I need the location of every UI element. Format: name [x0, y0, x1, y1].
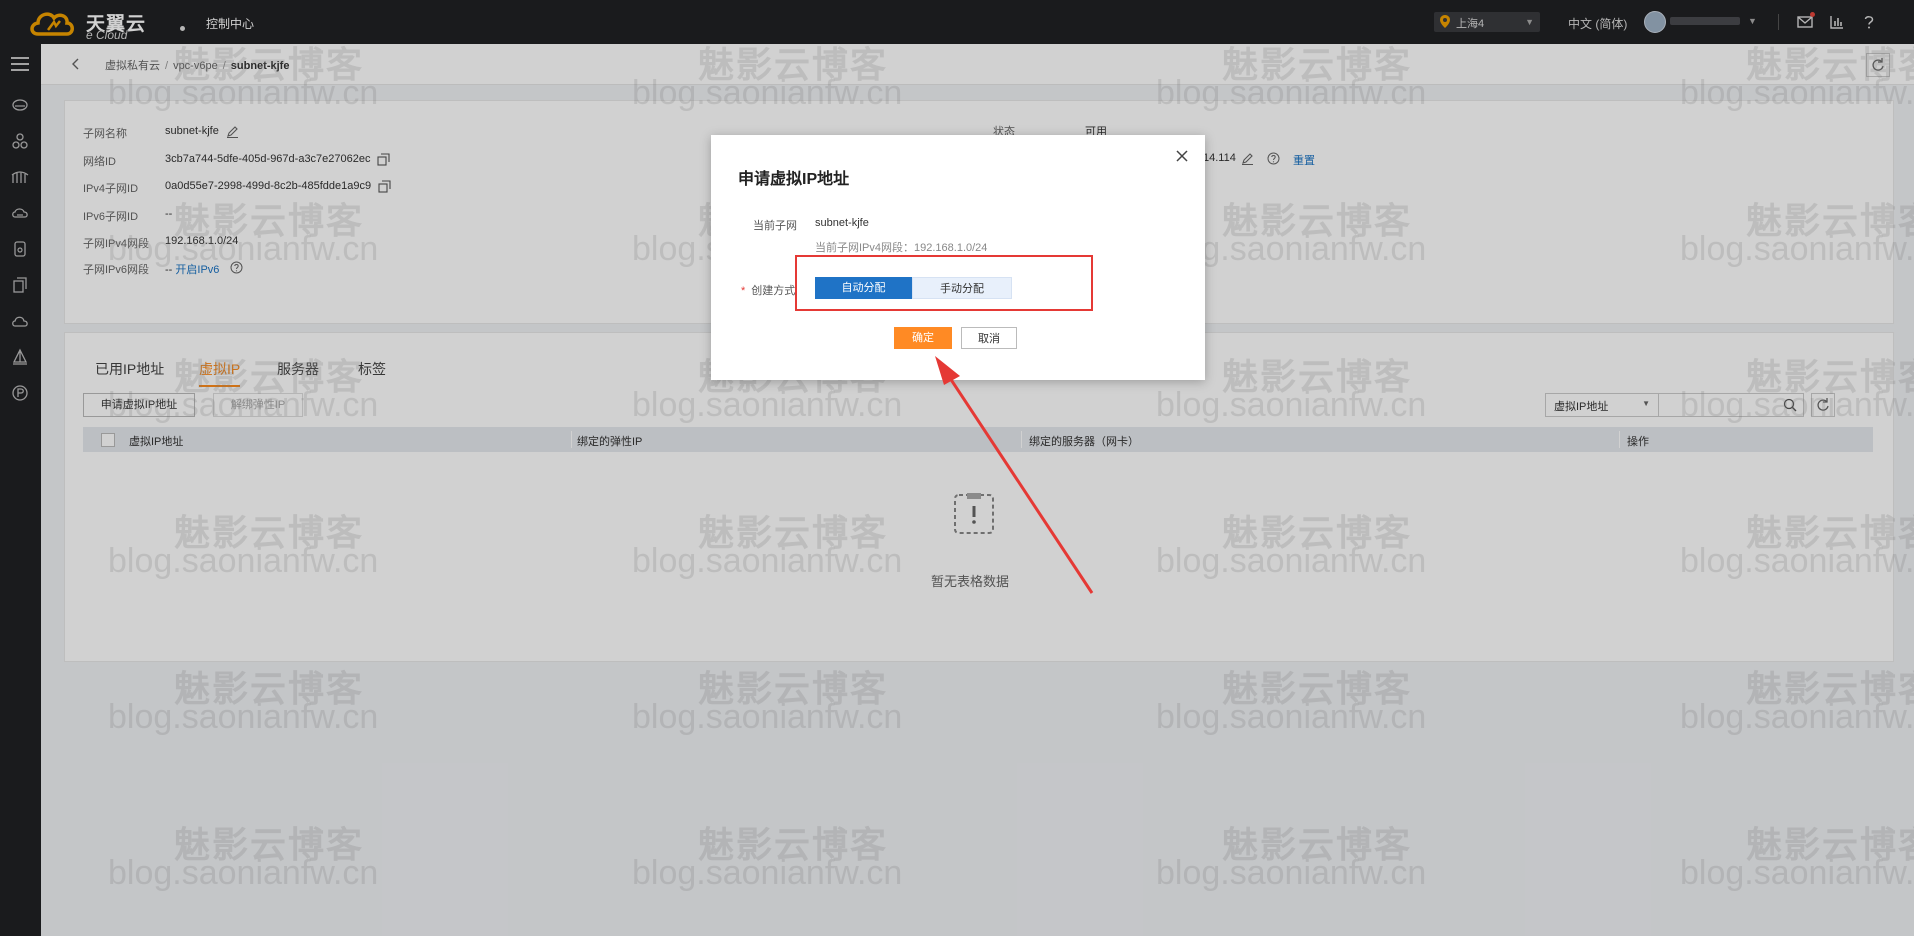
watermark: blog.saonianfw.cn — [632, 74, 903, 112]
cancel-button[interactable]: 取消 — [961, 327, 1017, 349]
subnet-range-text: 当前子网IPv4网段：192.168.1.0/24 — [815, 242, 988, 254]
watermark: blog.saonianfw.cn — [1156, 854, 1427, 892]
watermark: blog.saonianfw.cn — [1680, 386, 1914, 424]
watermark: blog.saonianfw.cn — [1156, 386, 1427, 424]
watermark: 魅影云博客 — [1746, 356, 1914, 397]
watermark: blog.saonianfw.cn — [1680, 74, 1914, 112]
watermark: blog.saonianfw.cn — [632, 698, 903, 736]
watermark: 魅影云博客 — [1746, 824, 1914, 865]
watermark: blog.saonianfw.cn — [108, 386, 379, 424]
watermark: 魅影云博客 — [1222, 356, 1413, 397]
watermark: blog.saonianfw.cn — [1680, 542, 1914, 580]
watermark: 魅影云博客 — [698, 824, 889, 865]
watermark: 魅影云博客 — [698, 44, 889, 85]
watermark: 魅影云博客 — [1746, 668, 1914, 709]
watermark: 魅影云博客 — [174, 668, 365, 709]
watermark: blog.saonianfw.cn — [1680, 854, 1914, 892]
watermark: 魅影云博客 — [1222, 668, 1413, 709]
watermark: blog.saonianfw.cn — [632, 386, 903, 424]
watermark: 魅影云博客 — [1222, 44, 1413, 85]
watermark: 魅影云博客 — [698, 512, 889, 553]
current-subnet-label: 当前子网 — [753, 220, 797, 232]
create-method-label: 创建方式 — [751, 285, 796, 297]
watermark: blog.saonianfw.cn — [108, 698, 379, 736]
watermark: blog.saonianfw.cn — [632, 542, 903, 580]
watermark: 魅影云博客 — [174, 356, 365, 397]
watermark: blog.saonianfw.cn — [1156, 74, 1427, 112]
watermark: blog.saonianfw.cn — [108, 74, 379, 112]
watermark: blog.saonianfw.cn — [1680, 698, 1914, 736]
watermark: 魅影云博客 — [1222, 824, 1413, 865]
watermark: 魅影云博客 — [1746, 200, 1914, 241]
watermark: 魅影云博客 — [174, 200, 365, 241]
watermark: 魅影云博客 — [174, 512, 365, 553]
watermark: 魅影云博客 — [1222, 200, 1413, 241]
watermark: blog.saonianfw.cn — [632, 854, 903, 892]
watermark: 魅影云博客 — [174, 44, 365, 85]
watermark: 魅影云博客 — [1746, 512, 1914, 553]
watermark: 魅影云博客 — [174, 824, 365, 865]
watermark: blog.saonianfw.cn — [1156, 698, 1427, 736]
close-icon[interactable] — [1175, 149, 1189, 163]
highlight-box — [795, 255, 1093, 311]
watermark: 魅影云博客 — [698, 668, 889, 709]
watermark: 魅影云博客 — [1222, 512, 1413, 553]
watermark: blog.saonianfw.cn — [1156, 542, 1427, 580]
current-subnet-value: subnet-kjfe — [815, 217, 869, 229]
watermark: blog.saonianfw.cn — [108, 854, 379, 892]
watermark: blog.saonianfw.cn — [108, 230, 379, 268]
watermark: blog.saonianfw.cn — [1680, 230, 1914, 268]
watermark: 魅影云博客 — [1746, 44, 1914, 85]
confirm-button[interactable]: 确定 — [894, 327, 952, 349]
dialog-title: 申请虚拟IP地址 — [738, 171, 850, 188]
required-asterisk: * — [741, 285, 746, 297]
watermark: blog.saonianfw.cn — [108, 542, 379, 580]
